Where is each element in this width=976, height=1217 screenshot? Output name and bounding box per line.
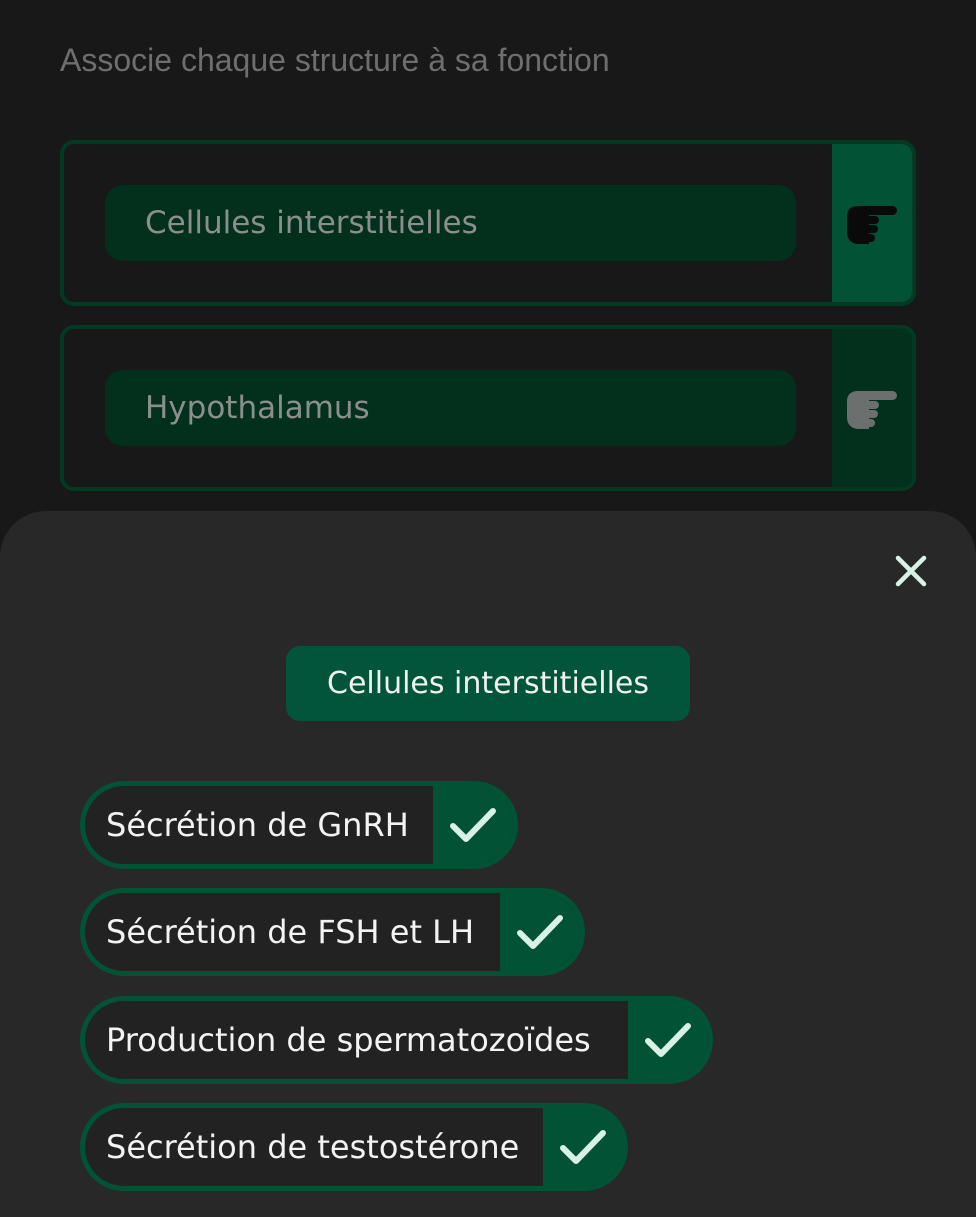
close-button[interactable] [890, 550, 932, 592]
check-icon [560, 1130, 606, 1164]
instruction-text: Associe chaque structure à sa fonction [60, 42, 610, 78]
pointing-hand-icon [847, 206, 897, 244]
structure-label: Hypothalamus [105, 370, 796, 446]
answer-check-box[interactable] [500, 893, 580, 971]
answer-option[interactable]: Sécrétion de GnRH [80, 781, 518, 869]
answer-check-box[interactable] [433, 786, 513, 864]
check-icon [645, 1023, 691, 1057]
answer-option[interactable]: Sécrétion de FSH et LH [80, 888, 585, 976]
answer-option-label: Sécrétion de GnRH [106, 806, 409, 844]
check-icon [517, 915, 563, 949]
structure-select-button[interactable] [832, 329, 912, 487]
close-icon [895, 555, 927, 587]
answer-option[interactable]: Production de spermatozoïdes [80, 996, 713, 1084]
answer-option[interactable]: Sécrétion de testostérone [80, 1103, 628, 1191]
structure-card-cellules-interstitielles[interactable]: Cellules interstitielles [60, 140, 916, 306]
pointing-hand-icon [847, 391, 897, 429]
answer-option-label: Sécrétion de FSH et LH [106, 913, 475, 951]
check-icon [450, 808, 496, 842]
selected-structure-chip: Cellules interstitielles [286, 646, 690, 721]
answer-check-box[interactable] [628, 1001, 708, 1079]
structure-select-button[interactable] [832, 144, 912, 302]
structure-card-hypothalamus[interactable]: Hypothalamus [60, 325, 916, 491]
answer-check-box[interactable] [543, 1108, 623, 1186]
structure-label: Cellules interstitielles [105, 185, 796, 261]
answer-option-label: Sécrétion de testostérone [106, 1128, 520, 1166]
answer-option-label: Production de spermatozoïdes [106, 1021, 591, 1059]
app-screen: Associe chaque structure à sa fonction C… [0, 0, 976, 1217]
